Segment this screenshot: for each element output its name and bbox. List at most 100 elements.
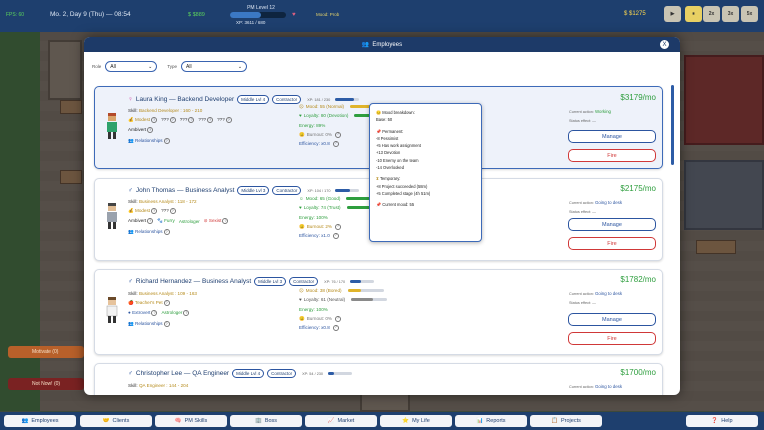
bottom-nav: 👥 Employees 🤝 Clients 🧠 PM Skills 🏢 Boss 📈 Ma…	[0, 412, 764, 430]
trait[interactable]: Astrologer	[179, 219, 200, 224]
xp-bar	[350, 280, 375, 283]
trait-unknown[interactable]: ????	[161, 208, 176, 214]
current-action: Current action: Working Status effect: —	[569, 109, 611, 123]
clipboard-icon: 📋	[551, 418, 558, 424]
mood-icon: ☹	[299, 104, 304, 109]
tooltip-base: Base: 50	[376, 117, 393, 123]
manage-button[interactable]: Manage	[568, 130, 656, 143]
burnout-stat: 😐 Burnout: 0%?	[299, 314, 387, 323]
nav-help[interactable]: ❓ Help	[686, 415, 758, 427]
efficiency-stat: Efficiency: x0.8?	[299, 323, 387, 332]
level-badge: Middle Lvl 4	[232, 369, 265, 378]
manage-button[interactable]: Manage	[568, 313, 656, 326]
type-select[interactable]: All ⌄	[181, 61, 248, 72]
building-icon: 🏢	[254, 418, 262, 424]
income-readout: $ $889	[188, 12, 205, 18]
skill-line: Skill: Business Analyst : 109 - 163	[128, 291, 197, 296]
level-badge: Middle Lvl 3	[254, 277, 287, 286]
trait-unknown[interactable]: ????	[217, 117, 232, 123]
employee-avatar	[105, 113, 119, 139]
burnout-icon: 😐	[299, 315, 305, 321]
burnout-icon: 😐	[299, 223, 305, 229]
skill-value: Backend Developer : 160 - 210	[138, 108, 203, 113]
trait-unknown[interactable]: ????	[180, 117, 195, 123]
close-button[interactable]: X	[659, 39, 670, 50]
temporary-title: Temporary:	[379, 176, 401, 182]
modifier-item: +8 Project succeeded (58m)	[376, 183, 428, 189]
modal-header: 👥 Employees X	[84, 37, 680, 52]
manage-button[interactable]: Manage	[568, 218, 656, 231]
male-icon: ♂	[128, 187, 133, 194]
relationships-link[interactable]: 👥 Relationships?	[128, 138, 170, 144]
trait[interactable]: Astrologer?	[161, 310, 190, 316]
skill-line: Skill: Business Analyst : 118 - 172	[128, 199, 197, 204]
nav-reports[interactable]: 📊 Reports	[455, 415, 527, 427]
role-select[interactable]: All ⌄	[105, 61, 158, 72]
brain-icon: 🧠	[174, 418, 182, 424]
salary: $3179/mo	[620, 93, 656, 102]
current-action: Current action: Going to desk Status eff…	[569, 291, 623, 305]
current-action: Current action: Going to desk	[569, 384, 623, 389]
employee-card[interactable]: ♂ Richard Hernandez — Business Analyst M…	[94, 269, 663, 355]
trait[interactable]: 💰 Modest?	[128, 208, 158, 214]
trait[interactable]: Ambivert?	[128, 218, 154, 224]
motivate-button[interactable]: Motivate (0)	[8, 346, 84, 358]
trait-row-2: Ambivert? 🐾 Furry Astrologer ⊘ Sexist?	[128, 218, 229, 224]
relationships-link[interactable]: 👥 Relationships?	[128, 321, 170, 327]
nav-market[interactable]: 📈 Market	[305, 415, 377, 427]
employee-name: John Thomas — Business Analyst	[135, 187, 235, 194]
fire-button[interactable]: Fire	[568, 332, 656, 345]
pause-button[interactable]: ⏸	[685, 6, 702, 22]
chevron-down-icon: ⌄	[148, 63, 153, 70]
nav-my-life[interactable]: ⭐ My Life	[380, 415, 452, 427]
employee-card[interactable]: ♂ Christopher Lee — QA Engineer Middle L…	[94, 363, 663, 395]
mood-bar	[347, 289, 384, 293]
type-label: Type	[167, 64, 178, 69]
tooltip-title: Mood breakdown:	[382, 110, 415, 115]
trait-unknown[interactable]: ????	[161, 117, 176, 123]
speed-3x-button[interactable]: 3x	[722, 6, 739, 22]
modifier-item: +5 Has work assignment	[376, 143, 421, 149]
speed-5x-button[interactable]: 5x	[741, 6, 758, 22]
relationships-link[interactable]: 👥 Relationships?	[128, 229, 170, 235]
modifier-item: +13 Devotion	[376, 150, 401, 156]
trait[interactable]: ⊘ Sexist?	[204, 218, 229, 224]
fps-counter: FPS: 60	[6, 12, 25, 18]
trait[interactable]: ● Extrovert?	[128, 310, 158, 316]
trait[interactable]: 🍎 Teacher's Pet?	[128, 300, 170, 306]
nav-projects[interactable]: 📋 Projects	[530, 415, 602, 427]
xp-bar	[328, 372, 353, 375]
pm-xp-text: XP: 3611 / 680	[236, 20, 266, 25]
fire-button[interactable]: Fire	[568, 237, 656, 250]
male-icon: ♂	[128, 278, 133, 285]
fire-button[interactable]: Fire	[568, 149, 656, 162]
nav-pm-skills[interactable]: 🧠 PM Skills	[155, 415, 227, 427]
xp-bar	[335, 189, 360, 192]
star-icon: ⭐	[402, 418, 410, 424]
balance: $ $1275	[624, 11, 646, 17]
loyalty-bar	[351, 298, 388, 302]
female-icon: ♀	[128, 96, 133, 103]
employee-avatar	[105, 297, 119, 323]
help-icon: ❓	[711, 418, 719, 424]
current-mood: Current mood: 55	[382, 202, 415, 208]
trait[interactable]: 🐾 Furry	[157, 218, 175, 224]
mood-icon: ☹	[299, 288, 304, 293]
nav-clients[interactable]: 🤝 Clients	[80, 415, 152, 427]
modifier-item: -8 Pessimist	[376, 135, 399, 141]
nav-employees[interactable]: 👥 Employees	[4, 415, 76, 427]
trait[interactable]: Ambivert?	[128, 127, 154, 133]
people-icon: 👥	[21, 418, 29, 424]
trait[interactable]: 💰 Modest?	[128, 117, 158, 123]
trait-unknown[interactable]: ????	[198, 117, 214, 123]
mood-stat: ☹ Mood: 38 (Bored)	[299, 286, 387, 295]
employee-avatar	[105, 203, 119, 229]
play-button[interactable]: ▶	[664, 6, 681, 22]
scrollbar[interactable]	[671, 85, 674, 165]
nav-boss[interactable]: 🏢 Boss	[230, 415, 302, 427]
xp-text: XP: 181 / 230	[307, 97, 331, 102]
heart-icon: ♥	[292, 12, 296, 18]
employee-name: Laura King — Backend Developer	[135, 96, 235, 103]
speed-2x-button[interactable]: 2x	[703, 6, 720, 22]
not-now-button[interactable]: Not Now! (0)	[8, 378, 84, 390]
